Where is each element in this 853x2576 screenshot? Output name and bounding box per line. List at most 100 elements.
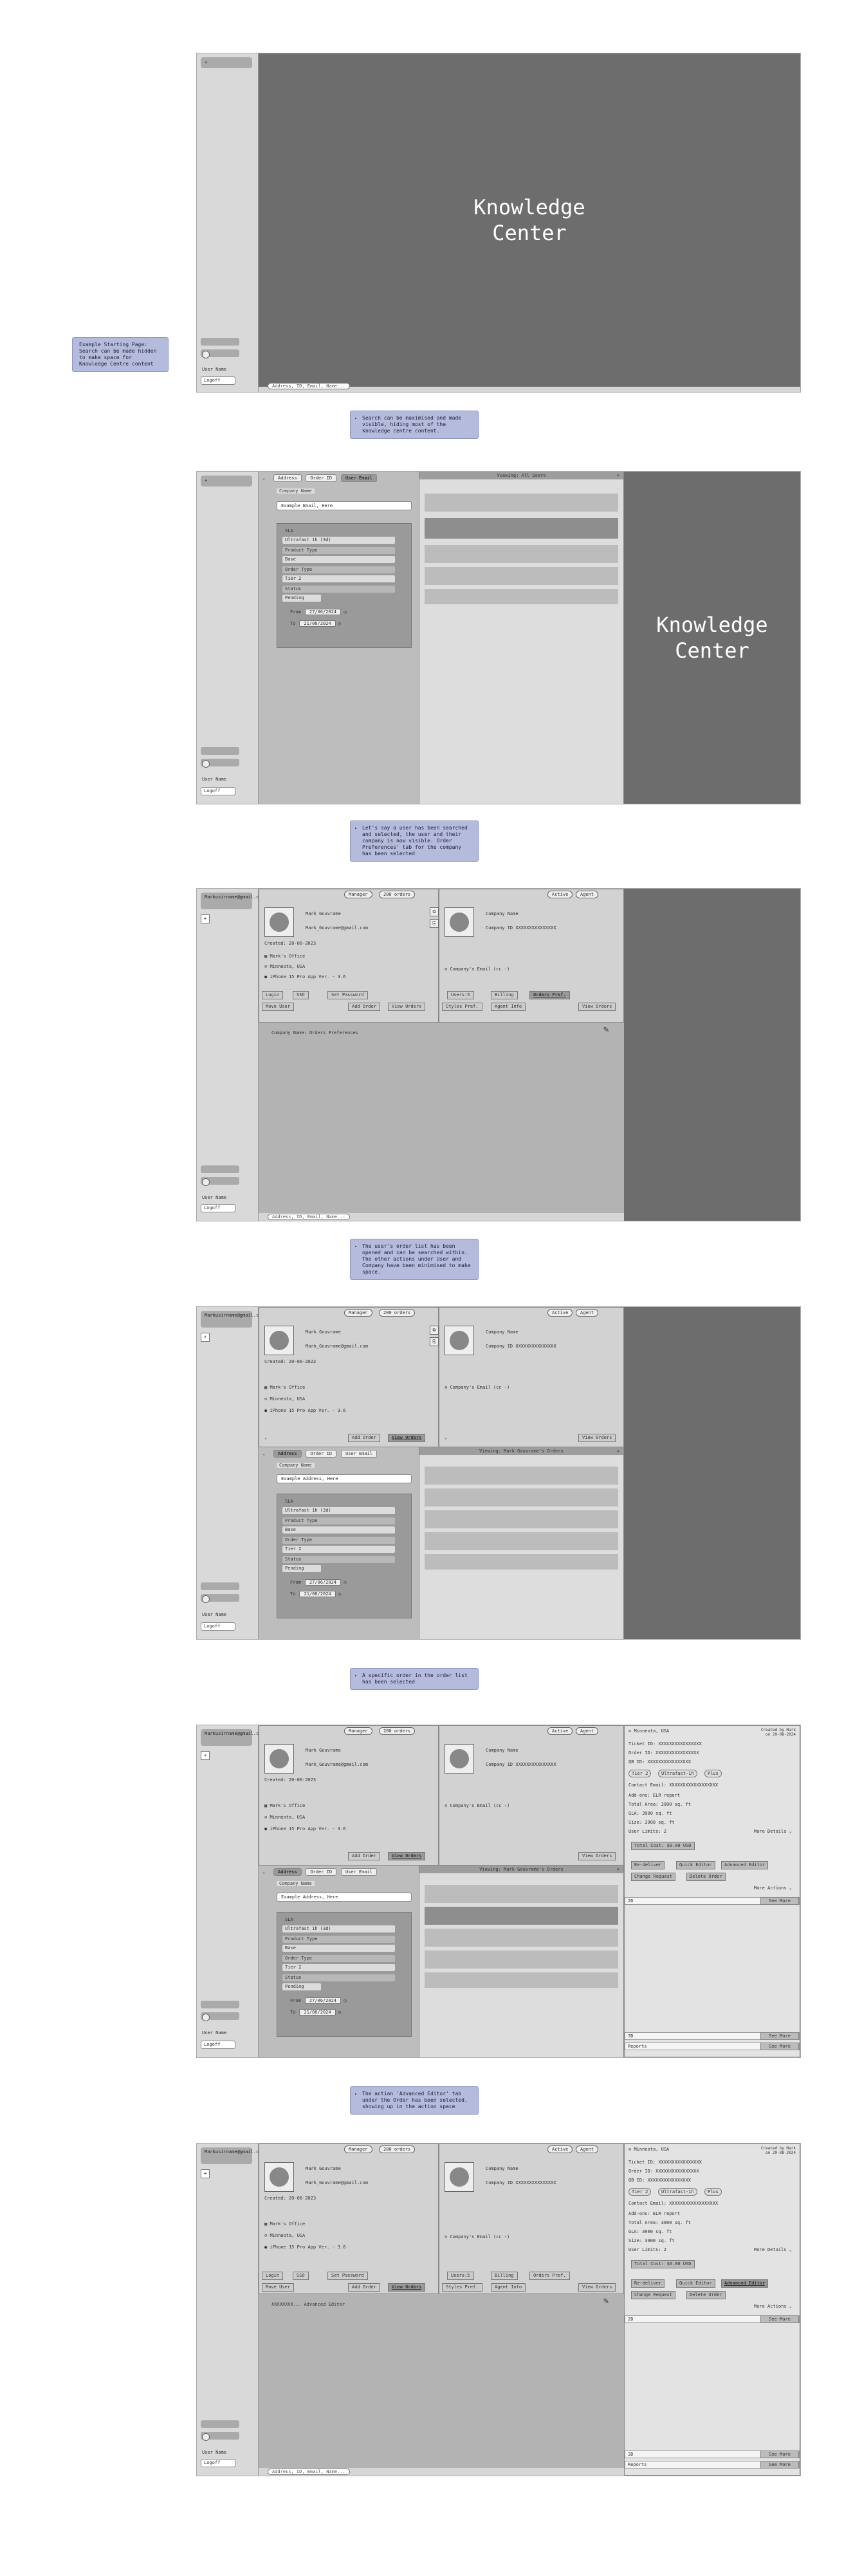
orders-count-badge[interactable]: 200 orders [379, 2145, 416, 2153]
sla-select[interactable]: Ultrafast 1h (3d) [282, 1925, 395, 1932]
copy-icon[interactable]: ⧉ [430, 1326, 439, 1335]
status-select[interactable]: Pending [282, 595, 321, 602]
order-row[interactable] [425, 1467, 618, 1485]
search-input[interactable]: Example Email, Here [277, 501, 412, 510]
add-button[interactable]: + [201, 2169, 210, 2178]
add-order-button[interactable]: Add Order [348, 1852, 380, 1860]
sidebar-add-button[interactable]: + [201, 476, 252, 486]
to-date[interactable]: To 21/08/2024 ◷ [290, 2009, 341, 2015]
close-results-button[interactable]: × [617, 472, 619, 479]
from-date[interactable]: From 27/06/2024 ◷ [290, 1997, 346, 2004]
tab-billing[interactable]: Billing [491, 2272, 518, 2280]
logoff-button[interactable]: Logoff [201, 2041, 235, 2049]
sidebar-add-button[interactable]: + [201, 57, 252, 68]
user-email-tab[interactable]: Markusirname@gmail.com [201, 893, 264, 909]
status-select[interactable]: Pending [282, 1983, 321, 1990]
add-button[interactable]: + [201, 914, 210, 923]
set-password-button[interactable]: Set Password [327, 991, 368, 999]
status-select[interactable]: Pending [282, 1565, 321, 1572]
search-collapsed-input[interactable]: Address, ID, Email, Name... [268, 2469, 350, 2475]
company-view-orders-button[interactable]: View Orders [578, 1852, 616, 1860]
company-view-orders-button[interactable]: View Orders [578, 1003, 616, 1011]
orders-count-badge[interactable]: 200 orders [379, 1309, 416, 1317]
logoff-button[interactable]: Logoff [201, 376, 235, 385]
tab-user-email[interactable]: User Email [340, 474, 378, 482]
change-request-button[interactable]: Change Request [631, 1873, 676, 1881]
collapse-search-icon[interactable]: ⌄ [259, 475, 269, 481]
add-order-button[interactable]: Add Order [348, 1003, 380, 1011]
add-button[interactable]: + [201, 1333, 210, 1342]
help-icon[interactable] [202, 760, 210, 768]
advanced-editor-button[interactable]: Advanced Editor [721, 1861, 769, 1869]
advanced-editor-button[interactable]: Advanced Editor [721, 2279, 769, 2288]
bar-reports[interactable]: Reports See More [625, 2461, 800, 2469]
expand-user-icon[interactable]: ⌄ [264, 1435, 267, 1440]
user-email-tab[interactable]: Markusirname@gmail.com [201, 1311, 264, 1328]
bar-3d[interactable]: 3D See More [625, 2451, 800, 2458]
expand-company-icon[interactable]: ⌄ [445, 1435, 447, 1440]
view-orders-button[interactable]: View Orders [388, 2283, 426, 2292]
order-row[interactable] [425, 1951, 618, 1969]
tab-agent-info[interactable]: Agent Info [491, 1003, 526, 1011]
tab-user-email[interactable]: User Email [340, 1868, 378, 1876]
logoff-button[interactable]: Logoff [201, 1622, 235, 1631]
delete-order-button[interactable]: Delete Order [686, 1873, 726, 1881]
search-input[interactable]: Example Address, Here [277, 1474, 412, 1483]
order-type-select[interactable]: Tier 2 [282, 575, 395, 582]
see-more-button[interactable]: See More [760, 2043, 799, 2050]
company-view-orders-button[interactable]: View Orders [578, 1434, 616, 1442]
search-collapsed-input[interactable]: Address, ID, Email, Name... [268, 1214, 350, 1220]
tab-styles-pref[interactable]: Styles Pref. [442, 1003, 482, 1011]
see-more-button[interactable]: See More [760, 2461, 799, 2469]
tab-order-id[interactable]: Order ID [306, 1868, 337, 1876]
link-icon[interactable]: ⎘ [430, 1337, 439, 1346]
order-row[interactable] [425, 1510, 618, 1528]
add-button[interactable]: + [201, 1751, 210, 1760]
search-collapsed[interactable]: Address, ID, Email, Name... [259, 1214, 350, 1221]
user-email-tab[interactable]: Markusirname@gmail.com [201, 2147, 264, 2164]
company-view-orders-button[interactable]: View Orders [578, 2283, 616, 2292]
redeliver-button[interactable]: Re-deliver [631, 1861, 665, 1869]
move-user-button[interactable]: Move User [262, 1003, 294, 1011]
delete-order-button[interactable]: Delete Order [686, 2291, 726, 2299]
bar-reports[interactable]: Reports See More [625, 2043, 800, 2050]
logoff-button[interactable]: Logoff [201, 2459, 235, 2467]
sso-button[interactable]: SSO [293, 2272, 309, 2280]
tab-styles-pref[interactable]: Styles Pref. [442, 2283, 482, 2292]
collapse-search-icon[interactable]: ⌄ [259, 1869, 269, 1875]
tab-address[interactable]: Address [273, 1450, 302, 1458]
order-row[interactable] [425, 1929, 618, 1947]
help-icon[interactable] [202, 351, 210, 358]
order-row[interactable] [425, 1488, 618, 1506]
orders-count-badge[interactable]: 200 orders [379, 891, 416, 898]
order-type-select[interactable]: Tier 2 [282, 1964, 395, 1971]
sla-select[interactable]: Ultrafast 1h (3d) [282, 537, 395, 544]
move-user-button[interactable]: Move User [262, 2283, 294, 2292]
logoff-button[interactable]: Logoff [201, 1204, 235, 1212]
add-order-button[interactable]: Add Order [348, 1434, 380, 1442]
see-more-button[interactable]: See More [760, 2451, 799, 2458]
see-more-button[interactable]: See More [760, 2032, 799, 2040]
link-icon[interactable]: ⎘ [430, 919, 439, 928]
more-actions-button[interactable]: More Actions ⌄ [754, 1886, 792, 1891]
from-date[interactable]: From 27/06/2024 ◷ [290, 609, 346, 615]
tab-address[interactable]: Address [273, 474, 302, 482]
bar-3d[interactable]: 3D See More [625, 2032, 800, 2040]
to-date[interactable]: To 21/08/2024 ◷ [290, 620, 341, 627]
help-icon[interactable] [202, 1595, 210, 1603]
order-row[interactable] [425, 1885, 618, 1903]
edit-icon[interactable]: ✎ [603, 1025, 614, 1035]
sso-button[interactable]: SSO [293, 991, 309, 999]
tab-users[interactable]: Users:5 [447, 2272, 474, 2280]
help-icon[interactable] [202, 2014, 210, 2021]
bar-2d[interactable]: 2D See More [625, 1897, 800, 1905]
tab-order-id[interactable]: Order ID [306, 474, 337, 482]
see-more-button[interactable]: See More [760, 1897, 799, 1905]
result-row[interactable] [425, 545, 618, 563]
set-password-button[interactable]: Set Password [327, 2272, 368, 2280]
bar-2d[interactable]: 2D See More [625, 2315, 800, 2323]
product-type-select[interactable]: Base [282, 1945, 395, 1952]
product-type-select[interactable]: Base [282, 1526, 395, 1534]
tab-orders-pref[interactable]: Orders Pref. [529, 2272, 570, 2280]
login-button[interactable]: Login [262, 2272, 284, 2280]
